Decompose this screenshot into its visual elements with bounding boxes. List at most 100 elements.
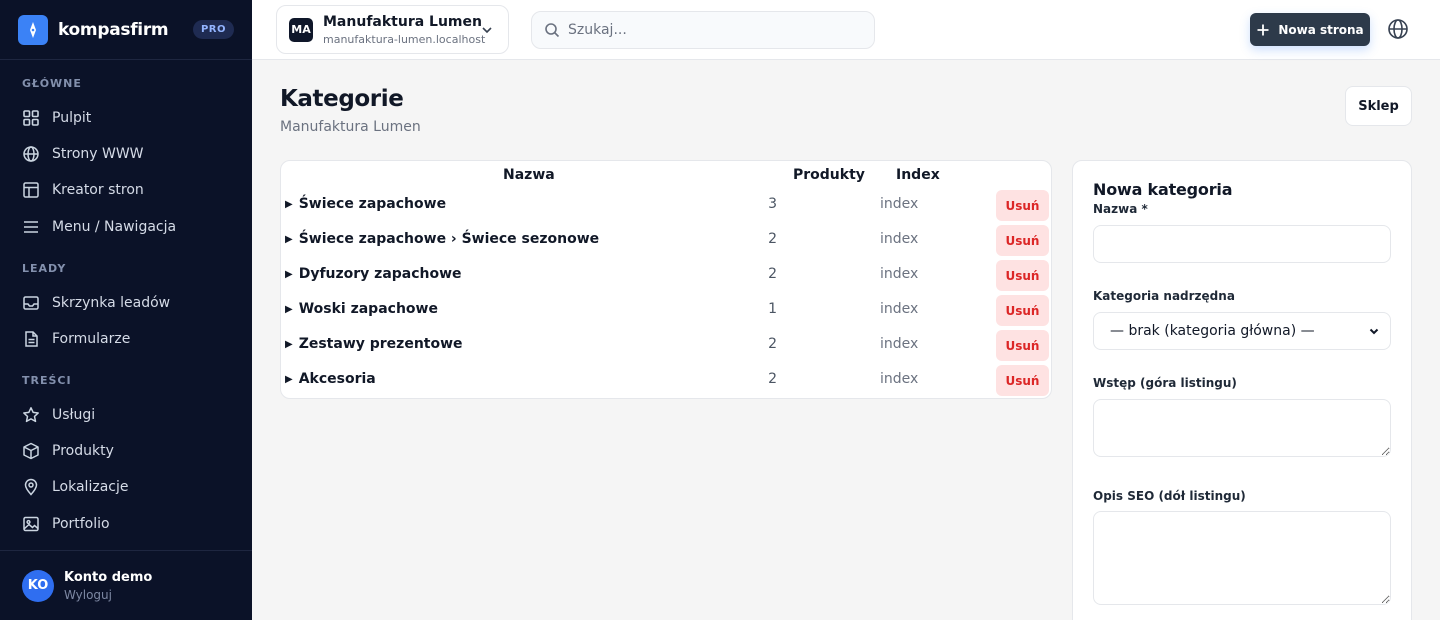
index-status: index (880, 231, 919, 247)
site-switcher[interactable]: MA Manufaktura Lumen manufaktura-lumen.l… (276, 5, 509, 54)
categories-table: Nazwa Produkty Index ▶ Świece zapachowe 3… (280, 160, 1052, 399)
product-count: 2 (768, 266, 777, 282)
parent-category-value: — brak (kategoria główna) — (1110, 323, 1315, 339)
sidebar-item-menu-nawigacja[interactable]: Menu / Nawigacja (14, 211, 238, 243)
category-name[interactable]: ▶ Świece zapachowe › Świece sezonowe (285, 231, 599, 247)
intro-textarea[interactable] (1093, 399, 1391, 457)
index-status: index (880, 371, 919, 387)
expand-triangle-icon[interactable]: ▶ (285, 374, 293, 385)
delete-button[interactable]: Usuń (996, 260, 1049, 291)
expand-triangle-icon[interactable]: ▶ (285, 269, 293, 280)
sidebar-item-skrzynka-leadow[interactable]: Skrzynka leadów (14, 287, 238, 319)
language-globe-icon[interactable] (1387, 18, 1409, 40)
expand-triangle-icon[interactable]: ▶ (285, 339, 293, 350)
seo-description-label: Opis SEO (dół listingu) (1093, 489, 1246, 503)
shop-button[interactable]: Sklep (1345, 86, 1412, 126)
parent-category-select[interactable]: — brak (kategoria główna) — (1093, 312, 1391, 350)
index-status: index (880, 266, 919, 282)
sidebar-item-label: Pulpit (52, 110, 92, 126)
inbox-icon (23, 296, 39, 310)
sidebar-item-label: Strony WWW (52, 146, 144, 162)
delete-button[interactable]: Usuń (996, 295, 1049, 326)
chevron-down-icon (1369, 328, 1379, 335)
chevron-down-icon (482, 27, 492, 34)
brand[interactable]: kompasfirm PRO (0, 0, 252, 60)
compass-logo-icon (18, 14, 48, 45)
sidebar-item-kreator-stron[interactable]: Kreator stron (14, 174, 238, 206)
topbar: MA Manufaktura Lumen manufaktura-lumen.l… (252, 0, 1440, 60)
expand-triangle-icon[interactable]: ▶ (285, 304, 293, 315)
sidebar: kompasfirm PRO GŁÓWNE Pulpit Strony WWW … (0, 0, 252, 620)
sidebar-item-label: Lokalizacje (52, 479, 129, 495)
nav-section-title: TREŚCI (22, 374, 72, 387)
image-icon (23, 516, 39, 532)
product-count: 2 (768, 336, 777, 352)
name-field[interactable] (1093, 225, 1391, 263)
product-count: 2 (768, 231, 777, 247)
sidebar-item-label: Formularze (52, 331, 131, 347)
delete-button[interactable]: Usuń (996, 365, 1049, 396)
grid-icon (23, 110, 39, 126)
plan-badge: PRO (192, 20, 234, 39)
user-panel: KO Konto demo Wyloguj (0, 550, 252, 620)
sidebar-item-label: Produkty (52, 443, 114, 459)
new-page-button[interactable]: Nowa strona (1250, 13, 1370, 46)
index-status: index (880, 336, 919, 352)
brand-name: kompasfirm (58, 19, 169, 40)
delete-button[interactable]: Usuń (996, 190, 1049, 221)
site-name: Manufaktura Lumen (323, 13, 482, 30)
seo-description-textarea[interactable] (1093, 511, 1391, 605)
delete-button[interactable]: Usuń (996, 330, 1049, 361)
site-domain: manufaktura-lumen.localhost (323, 32, 486, 46)
name-label: Nazwa * (1093, 202, 1148, 216)
globe-icon (23, 146, 39, 162)
table-row[interactable]: ▶ Dyfuzory zapachowe 2 index Usuń (281, 258, 1051, 293)
product-count: 2 (768, 371, 777, 387)
index-status: index (880, 301, 919, 317)
table-row[interactable]: ▶ Zestawy prezentowe 2 index Usuń (281, 328, 1051, 363)
logout-link[interactable]: Wyloguj (64, 588, 152, 602)
star-icon (23, 407, 39, 423)
plus-icon (1257, 24, 1269, 35)
map-pin-icon (24, 478, 38, 496)
layout-icon (23, 182, 39, 198)
sidebar-item-lokalizacje[interactable]: Lokalizacje (14, 471, 238, 503)
sidebar-item-strony-www[interactable]: Strony WWW (14, 138, 238, 170)
search-icon (545, 23, 560, 38)
form-title: Nowa kategoria (1093, 180, 1233, 199)
sidebar-item-pulpit[interactable]: Pulpit (14, 102, 238, 134)
site-avatar: MA (289, 17, 313, 42)
nav-section-title: LEADY (22, 262, 67, 275)
expand-triangle-icon[interactable]: ▶ (285, 234, 293, 245)
expand-triangle-icon[interactable]: ▶ (285, 199, 293, 210)
sidebar-item-portfolio[interactable]: Portfolio (14, 508, 238, 540)
category-name[interactable]: ▶ Woski zapachowe (285, 301, 438, 317)
product-count: 3 (768, 196, 777, 212)
sidebar-item-label: Menu / Nawigacja (52, 219, 177, 235)
sidebar-item-label: Usługi (52, 407, 96, 423)
product-count: 1 (768, 301, 777, 317)
new-page-label: Nowa strona (1278, 22, 1364, 37)
category-name[interactable]: ▶ Zestawy prezentowe (285, 336, 463, 352)
table-row[interactable]: ▶ Świece zapachowe 3 index Usuń (281, 188, 1051, 223)
sidebar-item-produkty[interactable]: Produkty (14, 435, 238, 467)
table-row[interactable]: ▶ Akcesoria 2 index Usuń (281, 363, 1051, 398)
menu-icon (24, 221, 38, 233)
sidebar-item-formularze[interactable]: Formularze (14, 323, 238, 355)
column-header-name: Nazwa (503, 167, 555, 183)
sidebar-item-label: Portfolio (52, 516, 110, 532)
avatar[interactable]: KO (22, 569, 54, 602)
category-name[interactable]: ▶ Dyfuzory zapachowe (285, 266, 462, 282)
nav-section-title: GŁÓWNE (22, 77, 82, 90)
category-name[interactable]: ▶ Akcesoria (285, 371, 376, 387)
table-row[interactable]: ▶ Świece zapachowe › Świece sezonowe 2 in… (281, 223, 1051, 258)
delete-button[interactable]: Usuń (996, 225, 1049, 256)
page-title: Kategorie (280, 86, 404, 112)
table-row[interactable]: ▶ Woski zapachowe 1 index Usuń (281, 293, 1051, 328)
user-name: Konto demo (64, 569, 153, 585)
search-input[interactable] (568, 22, 848, 38)
index-status: index (880, 196, 919, 212)
category-name[interactable]: ▶ Świece zapachowe (285, 196, 446, 212)
search-bar (531, 11, 875, 49)
sidebar-item-uslugi[interactable]: Usługi (14, 399, 238, 431)
